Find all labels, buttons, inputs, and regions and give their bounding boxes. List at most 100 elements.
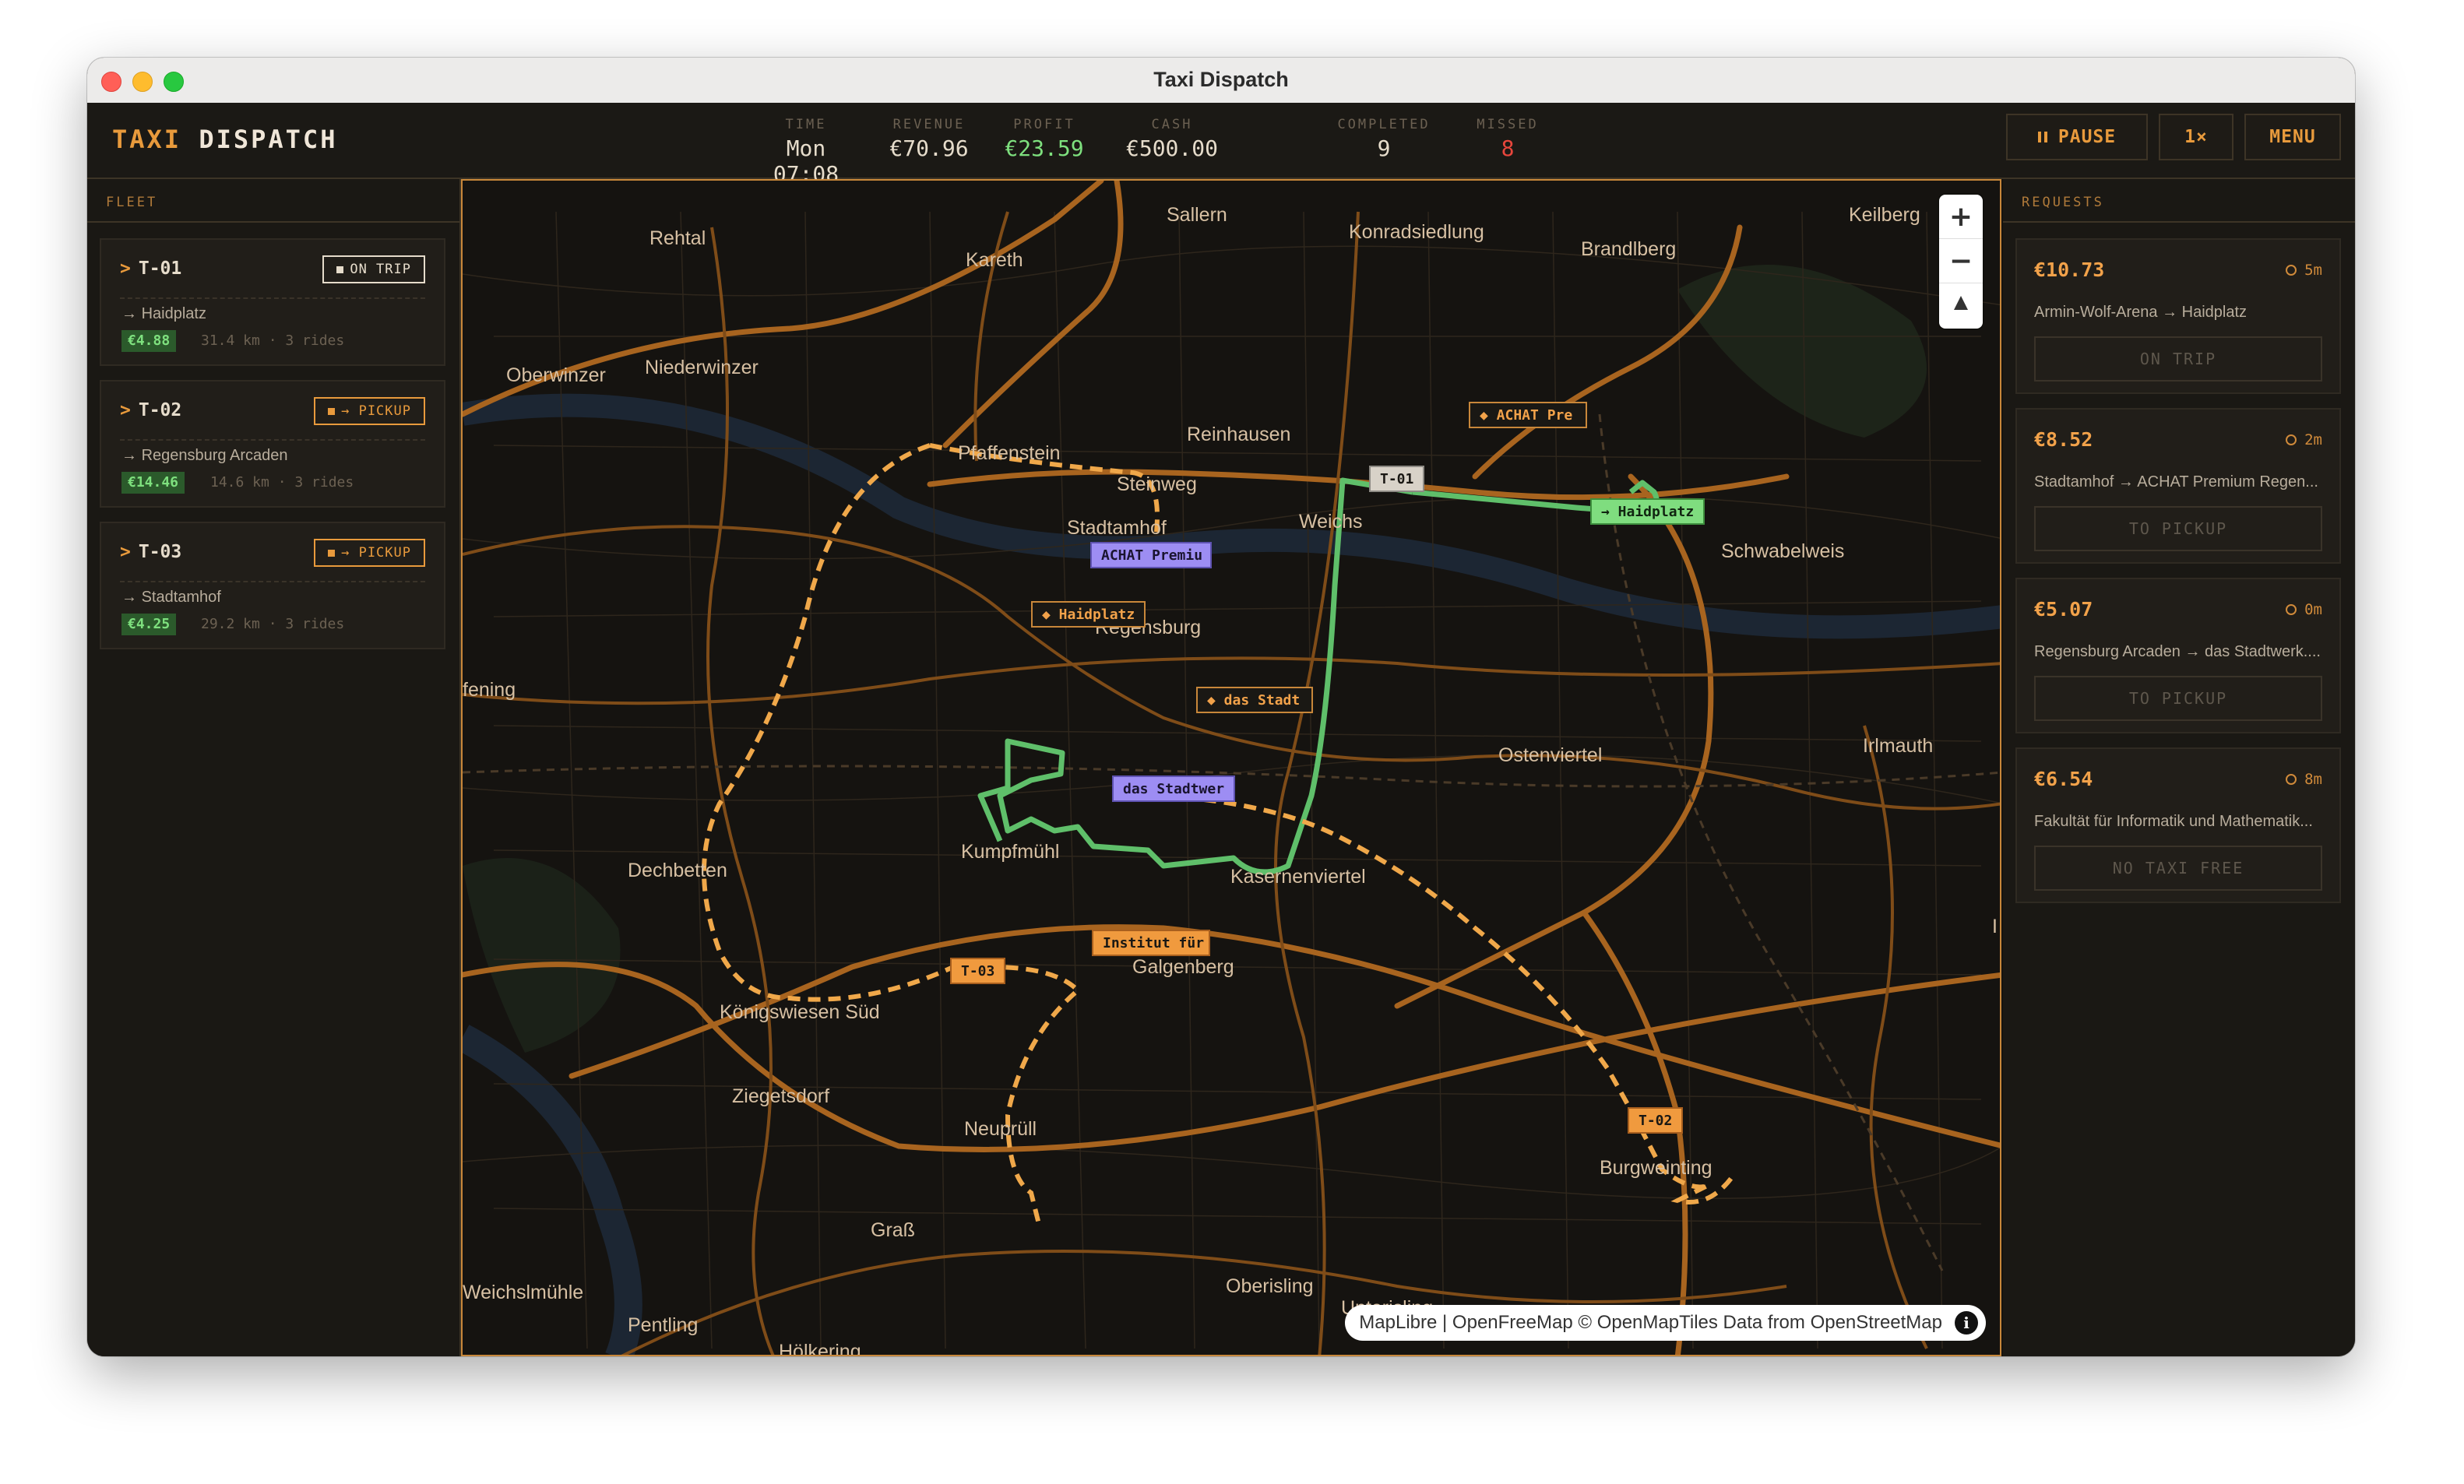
pickup-marker-achat[interactable]: ◆ ACHAT Pre <box>1469 402 1587 428</box>
place-label: Ziegetsdorf <box>732 1085 830 1107</box>
request-wait: 8m <box>2286 771 2322 788</box>
place-label: Oberwinzer <box>506 364 606 386</box>
destination-marker-stadtwerk[interactable]: das Stadtwer <box>1112 775 1235 802</box>
place-label: Oberisling <box>1226 1275 1314 1297</box>
place-label: Hölkering <box>779 1341 861 1356</box>
wait-label: 8m <box>2304 771 2322 788</box>
reset-bearing-button[interactable] <box>1939 283 1983 328</box>
taxi-marker-t03[interactable]: T-03 <box>950 958 1006 984</box>
app-header: TAXI DISPATCH TIME Mon 07:08 REVENUE €70… <box>87 103 2355 187</box>
place-label: Kasernenviertel <box>1230 866 1366 888</box>
taxi-id-label: T-03 <box>138 542 182 562</box>
wait-label: 0m <box>2304 601 2322 618</box>
card-divider <box>120 581 425 582</box>
request-wait: 2m <box>2286 431 2322 448</box>
attribution-text: MapLibre | OpenFreeMap © OpenMapTiles Da… <box>1359 1312 1942 1333</box>
requests-header: REQUESTS <box>2003 179 2355 223</box>
status-square-icon <box>328 407 336 415</box>
stat-revenue-label: REVENUE <box>892 117 966 132</box>
pickup-marker-stadtwerk[interactable]: ◆ das Stadt <box>1196 687 1313 713</box>
request-action-button[interactable]: NO TAXI FREE <box>2034 846 2322 891</box>
request-action-button[interactable]: TO PICKUP <box>2034 676 2322 721</box>
place-label: Galgenberg <box>1132 956 1234 978</box>
card-divider <box>120 439 425 441</box>
taxi-marker-t01[interactable]: T-01 <box>1369 466 1425 492</box>
request-card[interactable]: €10.73 5m Armin-Wolf-Arena → Haidplatz O… <box>2015 238 2341 394</box>
brand-part-1: TAXI <box>112 125 182 154</box>
clock-icon <box>2286 434 2297 445</box>
request-card[interactable]: €6.54 8m Fakultät für Informatik und Mat… <box>2015 747 2341 903</box>
place-label: Dechbetten <box>628 860 727 881</box>
request-card[interactable]: €5.07 0m Regensburg Arcaden → das Stadtw… <box>2015 578 2341 733</box>
taxi-destination: → Haidplatz <box>121 305 206 322</box>
place-label: Pfaffenstein <box>958 442 1061 464</box>
request-price: €10.73 <box>2034 258 2105 281</box>
stat-missed: MISSED 8 <box>1461 117 1554 161</box>
request-price: €6.54 <box>2034 768 2093 790</box>
taxi-marker-t02[interactable]: T-02 <box>1628 1107 1684 1134</box>
status-label: → PICKUP <box>341 403 411 419</box>
taxi-card-t02[interactable]: > T-02 → PICKUP → Regensburg Arcaden €14.… <box>100 380 445 508</box>
taxi-earnings: €4.88 <box>121 330 177 352</box>
destination-marker-achat[interactable]: ACHAT Premiu <box>1090 542 1212 568</box>
stat-missed-value: 8 <box>1501 135 1515 161</box>
taxi-meta: 29.2 km · 3 rides <box>201 616 345 632</box>
place-label: I <box>1992 916 1998 937</box>
request-wait: 5m <box>2286 262 2322 279</box>
speed-button[interactable]: 1× <box>2159 114 2233 160</box>
place-label: Kareth <box>966 249 1023 271</box>
zoom-out-button[interactable]: − <box>1939 239 1983 283</box>
card-divider <box>120 297 425 299</box>
place-label: Neuprüll <box>964 1118 1037 1140</box>
status-badge: → PICKUP <box>314 397 425 425</box>
taxi-id: > T-03 <box>120 542 181 562</box>
request-wait: 0m <box>2286 601 2322 618</box>
place-label: Graß <box>871 1219 915 1241</box>
clock-icon <box>2286 604 2297 615</box>
requests-panel: REQUESTS €10.73 5m Armin-Wolf-Arena → Ha… <box>2003 179 2355 1356</box>
pause-icon <box>2037 132 2047 142</box>
menu-button[interactable]: MENU <box>2244 114 2341 160</box>
request-action-button[interactable]: TO PICKUP <box>2034 506 2322 551</box>
stat-revenue: REVENUE €70.96 <box>878 117 980 161</box>
place-label: Stadtamhof <box>1067 517 1167 539</box>
place-label: Keilberg <box>1849 204 1920 226</box>
request-action-button[interactable]: ON TRIP <box>2034 336 2322 382</box>
request-card[interactable]: €8.52 2m Stadtamhof → ACHAT Premium Rege… <box>2015 408 2341 564</box>
status-label: ON TRIP <box>350 262 411 277</box>
destination-marker-institut[interactable]: Institut für <box>1092 930 1210 956</box>
taxi-card-t01[interactable]: > T-01 ON TRIP → Haidplatz €4.88 31.4 km … <box>100 238 445 366</box>
place-label: Königswiesen Süd <box>720 1001 880 1023</box>
dropoff-marker-haidplatz[interactable]: → Haidplatz <box>1590 498 1705 525</box>
place-label: Brandlberg <box>1581 238 1677 260</box>
place-label: Burgweinting <box>1600 1157 1712 1179</box>
place-label: Rehtal <box>649 227 706 249</box>
request-route: Stadtamhof → ACHAT Premium Regen... <box>2034 473 2318 491</box>
place-label: Kumpfmühl <box>961 841 1060 863</box>
stat-profit-value: €23.59 <box>1005 135 1084 161</box>
status-square-icon <box>328 549 336 557</box>
stat-profit: PROFIT €23.59 <box>994 117 1095 161</box>
status-badge: → PICKUP <box>314 539 425 567</box>
place-label: Ostenviertel <box>1498 744 1603 766</box>
zoom-in-button[interactable]: + <box>1939 195 1983 239</box>
brand-part-2: DISPATCH <box>199 125 338 154</box>
stat-cash-label: CASH <box>1151 117 1193 132</box>
info-icon[interactable]: i <box>1955 1311 1978 1335</box>
map-attribution: MapLibre | OpenFreeMap © OpenMapTiles Da… <box>1345 1305 1986 1341</box>
stat-cash: CASH €500.00 <box>1114 117 1230 161</box>
stat-cash-value: €500.00 <box>1125 135 1218 161</box>
clock-icon <box>2286 265 2297 276</box>
stat-completed-label: COMPLETED <box>1337 117 1431 132</box>
stat-revenue-value: €70.96 <box>889 135 969 161</box>
chevron-right-icon: > <box>120 258 131 279</box>
taxi-meta: 31.4 km · 3 rides <box>201 332 345 349</box>
pickup-marker-haidplatz[interactable]: ◆ Haidplatz <box>1031 601 1146 628</box>
pause-button[interactable]: PAUSE <box>2006 114 2148 160</box>
place-label: Sallern <box>1167 204 1227 226</box>
compass-icon <box>1954 295 1968 310</box>
taxi-id: > T-01 <box>120 258 181 279</box>
map-view[interactable]: Rehtal Kareth Sallern Konradsiedlung Bra… <box>461 179 2001 1356</box>
fleet-header: FLEET <box>87 179 459 223</box>
taxi-card-t03[interactable]: > T-03 → PICKUP → Stadtamhof €4.25 29.2 k… <box>100 522 445 649</box>
